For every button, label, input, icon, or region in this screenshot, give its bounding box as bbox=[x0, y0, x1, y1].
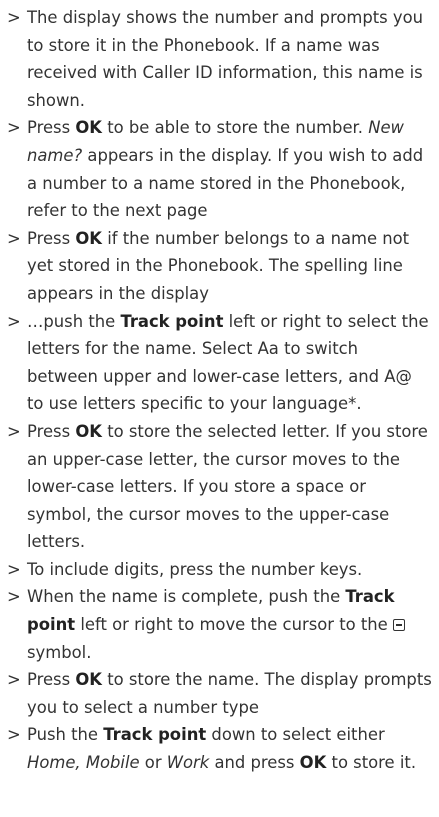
step-text: to store it. bbox=[326, 753, 417, 773]
instruction-step: > Press OK to be able to store the number… bbox=[7, 114, 433, 224]
step-marker: > bbox=[7, 311, 21, 331]
step-text: Press bbox=[27, 421, 76, 441]
step-text: or bbox=[139, 753, 167, 773]
key-name: OK bbox=[75, 118, 102, 138]
step-text: Press bbox=[27, 228, 76, 248]
step-text: symbol. bbox=[27, 642, 92, 662]
instruction-step: > Push the Track point down to select eit… bbox=[7, 721, 433, 776]
step-marker: > bbox=[7, 587, 21, 607]
store-symbol-icon bbox=[392, 619, 405, 632]
key-name: OK bbox=[75, 670, 102, 690]
manual-page: > The display shows the number and prompt… bbox=[0, 0, 439, 817]
step-marker: > bbox=[7, 8, 21, 27]
step-text: When the name is complete, push the bbox=[27, 587, 346, 607]
key-name: Track point bbox=[103, 725, 207, 745]
step-text: …push the bbox=[27, 311, 121, 331]
key-name: OK bbox=[75, 228, 102, 248]
step-text: to store the selected letter. If you sto… bbox=[27, 421, 428, 552]
step-marker: > bbox=[7, 670, 21, 690]
step-text: The display shows the number and prompts… bbox=[27, 8, 424, 110]
key-name: OK bbox=[299, 753, 327, 773]
instruction-step: > Press OK to store the selected letter. … bbox=[7, 418, 433, 556]
step-text: left or right to move the cursor to the bbox=[75, 615, 393, 635]
step-marker: > bbox=[7, 725, 21, 745]
instruction-step: > Press OK to store the name. The display… bbox=[7, 666, 433, 721]
instruction-step: > When the name is complete, push the Tra… bbox=[7, 583, 433, 666]
instruction-step: > To include digits, press the number key… bbox=[7, 556, 433, 584]
display-text: Home, Mobile bbox=[27, 753, 140, 773]
key-name: Track point bbox=[120, 311, 224, 331]
step-text: and press bbox=[209, 753, 300, 773]
step-text: To include digits, press the number keys… bbox=[27, 559, 363, 579]
step-marker: > bbox=[7, 421, 21, 441]
instruction-step: > The display shows the number and prompt… bbox=[7, 4, 433, 114]
step-text: Press bbox=[27, 118, 76, 138]
step-text: appears in the display. If you wish to a… bbox=[27, 145, 424, 221]
step-marker: > bbox=[7, 228, 21, 248]
step-marker: > bbox=[7, 559, 21, 579]
step-text: Press bbox=[27, 670, 76, 690]
instruction-step: > Press OK if the number belongs to a nam… bbox=[7, 225, 433, 308]
instruction-step: > …push the Track point left or right to … bbox=[7, 308, 433, 418]
step-text: Push the bbox=[27, 725, 104, 745]
step-marker: > bbox=[7, 118, 21, 138]
key-name: OK bbox=[75, 421, 102, 441]
step-text: to be able to store the number. bbox=[102, 118, 369, 138]
display-text: Work bbox=[166, 753, 210, 773]
instruction-list: > The display shows the number and prompt… bbox=[7, 4, 433, 777]
step-text: down to select either bbox=[206, 725, 385, 745]
